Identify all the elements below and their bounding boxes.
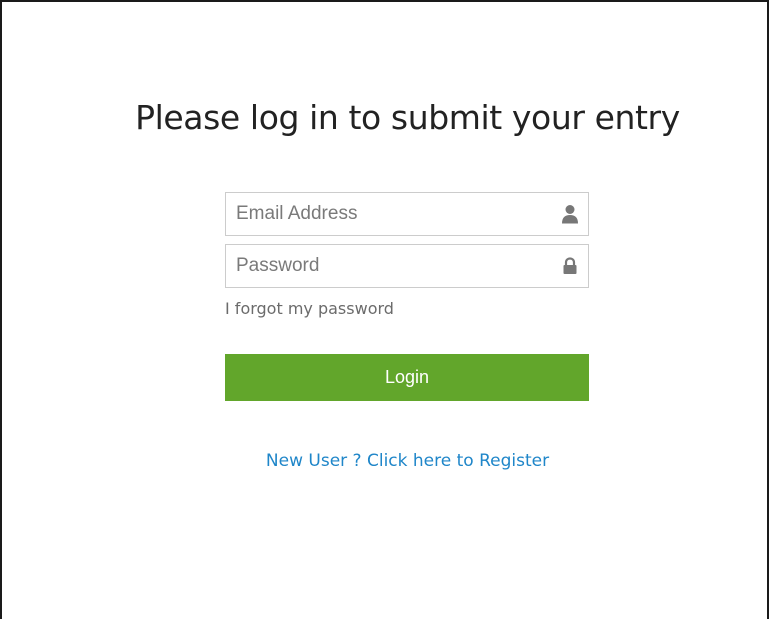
email-field-wrapper	[225, 192, 589, 236]
user-icon	[560, 203, 580, 225]
page-title: Please log in to submit your entry	[135, 98, 680, 137]
password-field[interactable]	[226, 245, 588, 287]
lock-icon	[560, 255, 580, 277]
password-field-wrapper	[225, 244, 589, 288]
forgot-password-link[interactable]: I forgot my password	[225, 299, 394, 318]
login-button[interactable]: Login	[225, 354, 589, 401]
email-field[interactable]	[226, 193, 588, 235]
register-link[interactable]: New User ? Click here to Register	[2, 451, 769, 471]
login-panel: Please log in to submit your entry I for…	[0, 0, 769, 619]
